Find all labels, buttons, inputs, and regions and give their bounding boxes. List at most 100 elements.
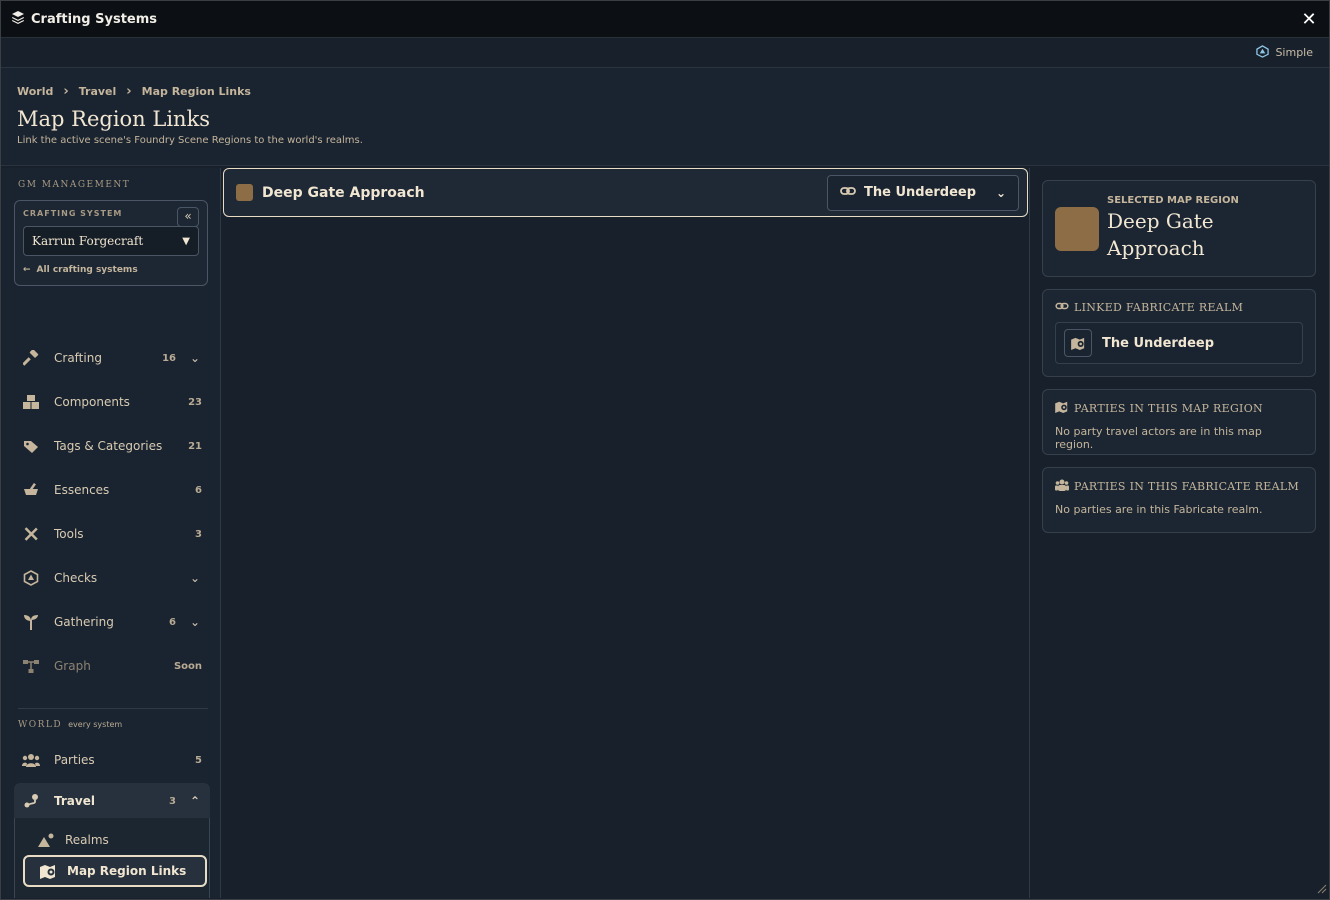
world-section-label: WORLD every system	[18, 720, 122, 730]
realm-link-select[interactable]: The Underdeep ⌄	[827, 174, 1019, 211]
layers-icon	[11, 10, 25, 28]
tools-icon	[22, 526, 40, 542]
link-icon	[840, 185, 856, 201]
selected-region-swatch	[1055, 206, 1099, 251]
world-label: WORLD	[18, 720, 63, 730]
sidebar-item-label: Gathering	[54, 615, 114, 629]
link-icon	[1055, 301, 1069, 314]
sidebar: GM MANAGEMENT CRAFTING SYSTEM « Karrun F…	[2, 168, 221, 898]
sidebar-item-graph: Graph Soon	[14, 646, 210, 686]
dice-d20-icon	[1256, 44, 1270, 61]
sidebar-item-checks[interactable]: Checks ⌄	[14, 558, 210, 598]
breadcrumb-current: Map Region Links	[141, 85, 251, 98]
mortar-pestle-icon	[22, 482, 40, 498]
chevron-down-icon[interactable]: ⌄	[184, 571, 206, 585]
world-sub-label: every system	[68, 720, 123, 729]
selected-region-label: SELECTED MAP REGION	[1107, 195, 1239, 206]
map-location-icon	[39, 864, 57, 879]
tags-icon	[22, 439, 40, 454]
parties-in-region-card: PARTIES IN THIS MAP REGION No party trav…	[1042, 389, 1316, 455]
sidebar-item-crafting[interactable]: Crafting 16 ⌄	[14, 338, 210, 378]
region-name: Deep Gate Approach	[262, 184, 425, 201]
parties-region-empty-text: No party travel actors are in this map r…	[1055, 425, 1262, 451]
count-badge: 3	[195, 528, 202, 540]
gm-management-label: GM MANAGEMENT	[18, 180, 131, 190]
simple-mode-toggle[interactable]: Simple	[1256, 44, 1313, 61]
breadcrumb-world[interactable]: World	[17, 85, 53, 98]
parties-region-title: PARTIES IN THIS MAP REGION	[1074, 402, 1263, 415]
count-badge: 16	[162, 352, 176, 364]
crafting-system-value: Karrun Forgecraft	[32, 234, 144, 248]
region-row[interactable]: Deep Gate Approach The Underdeep ⌄	[223, 168, 1028, 217]
map-location-icon	[1064, 329, 1092, 357]
seedling-icon	[22, 614, 40, 630]
chevron-down-icon[interactable]: ⌄	[184, 351, 206, 365]
graph-icon	[22, 658, 40, 674]
sidebar-item-travel[interactable]: Travel 3 ⌃	[14, 783, 210, 819]
page-title: Map Region Links	[17, 107, 211, 131]
selected-region-card: SELECTED MAP REGION Deep Gate Approach	[1042, 180, 1316, 277]
parties-in-realm-card: PARTIES IN THIS FABRICATE REALM No parti…	[1042, 467, 1316, 533]
mode-label: Simple	[1275, 46, 1313, 59]
chevron-down-icon[interactable]: ⌄	[184, 615, 206, 629]
sidebar-item-label: Parties	[54, 753, 95, 767]
breadcrumb-travel[interactable]: Travel	[79, 85, 117, 98]
crafting-system-select[interactable]: Karrun Forgecraft ▼	[23, 226, 199, 256]
linked-realm-item[interactable]: The Underdeep	[1055, 322, 1303, 364]
window-title-text: Crafting Systems	[31, 11, 158, 27]
world-divider	[18, 708, 208, 709]
sidebar-item-tools[interactable]: Tools 3	[14, 514, 210, 554]
sub-item-label: Map Region Links	[67, 864, 187, 878]
users-icon	[22, 753, 40, 767]
sidebar-item-label: Tags & Categories	[54, 439, 163, 453]
mountain-sun-icon	[37, 833, 55, 847]
crafting-system-label: CRAFTING SYSTEM	[23, 209, 123, 218]
crafting-systems-window: Crafting Systems ✕ Simple World › Travel…	[0, 0, 1330, 900]
count-badge: 6	[195, 484, 202, 496]
details-panel: SELECTED MAP REGION Deep Gate Approach L…	[1030, 168, 1328, 898]
page-header: World › Travel › Map Region Links Map Re…	[1, 68, 1329, 166]
linked-realm-card: LINKED FABRICATE REALM The Underdeep	[1042, 289, 1316, 377]
count-badge: 6	[169, 616, 176, 628]
all-crafting-systems-link[interactable]: ← All crafting systems	[23, 265, 199, 275]
breadcrumb: World › Travel › Map Region Links	[17, 84, 1313, 99]
chevron-right-icon: ›	[63, 84, 69, 99]
close-icon[interactable]: ✕	[1299, 9, 1319, 30]
window-titlebar[interactable]: Crafting Systems ✕	[1, 1, 1329, 38]
hammer-icon	[22, 350, 40, 366]
sidebar-item-tags-categories[interactable]: Tags & Categories 21	[14, 426, 210, 466]
sub-item-label: Realms	[65, 833, 109, 847]
sidebar-item-components[interactable]: Components 23	[14, 382, 210, 422]
sidebar-item-label: Travel	[54, 794, 95, 808]
sidebar-item-essences[interactable]: Essences 6	[14, 470, 210, 510]
all-crafting-systems-label: All crafting systems	[36, 265, 138, 275]
crafting-system-panel: CRAFTING SYSTEM « Karrun Forgecraft ▼ ← …	[14, 200, 208, 286]
map-location-icon	[1055, 401, 1069, 416]
sidebar-item-parties[interactable]: Parties 5	[14, 740, 210, 780]
dice-icon	[22, 570, 40, 586]
chevron-up-icon[interactable]: ⌃	[184, 794, 206, 808]
sidebar-subitem-realms[interactable]: Realms	[23, 824, 207, 856]
sidebar-item-label: Tools	[54, 527, 84, 541]
count-badge: 23	[188, 396, 202, 408]
sidebar-item-label: Graph	[54, 659, 91, 673]
realm-select-value: The Underdeep	[864, 185, 977, 200]
page-subtitle: Link the active scene's Foundry Scene Re…	[17, 135, 363, 146]
sidebar-item-label: Essences	[54, 483, 110, 497]
soon-badge: Soon	[173, 660, 202, 672]
arrow-left-icon: ←	[23, 265, 31, 275]
mode-bar: Simple	[1, 38, 1329, 68]
sidebar-item-gathering[interactable]: Gathering 6 ⌄	[14, 602, 210, 642]
caret-down-icon: ▼	[182, 235, 190, 247]
sidebar-subitem-map-region-links[interactable]: Map Region Links	[23, 855, 207, 887]
window-title: Crafting Systems	[11, 10, 157, 28]
count-badge: 21	[188, 440, 202, 452]
selected-region-name: Deep Gate Approach	[1107, 209, 1214, 260]
body-area: GM MANAGEMENT CRAFTING SYSTEM « Karrun F…	[2, 168, 1328, 898]
sidebar-item-label: Checks	[54, 571, 98, 585]
linked-realm-title: LINKED FABRICATE REALM	[1074, 301, 1244, 314]
linked-realm-name: The Underdeep	[1102, 335, 1215, 351]
resize-handle-icon[interactable]	[1315, 882, 1327, 897]
collapse-sidebar-button[interactable]: «	[177, 207, 199, 227]
chevron-down-icon: ⌄	[995, 185, 1006, 200]
